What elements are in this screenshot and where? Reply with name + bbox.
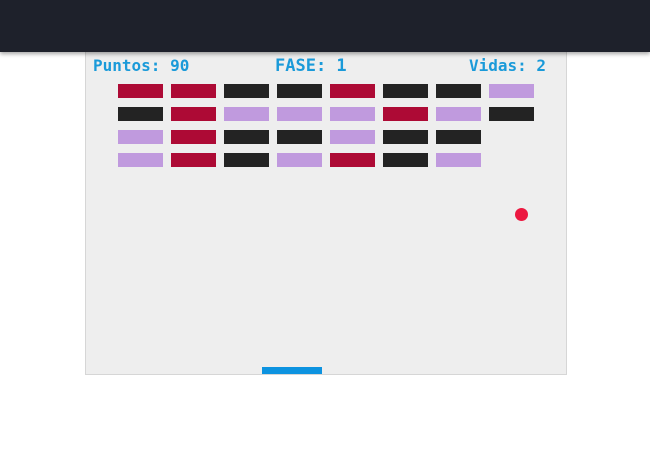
brick <box>436 153 481 167</box>
brick <box>224 84 269 98</box>
brick <box>224 153 269 167</box>
brick <box>330 153 375 167</box>
brick <box>489 107 534 121</box>
brick <box>383 130 428 144</box>
game-canvas[interactable]: Puntos: 90 FASE: 1 Vidas: 2 <box>85 52 567 375</box>
brick <box>277 107 322 121</box>
brick <box>436 130 481 144</box>
brick <box>118 153 163 167</box>
brick <box>383 107 428 121</box>
paddle[interactable] <box>262 367 322 374</box>
brick <box>171 107 216 121</box>
brick <box>277 84 322 98</box>
brick <box>171 84 216 98</box>
brick <box>224 107 269 121</box>
brick <box>330 130 375 144</box>
ball <box>515 208 528 221</box>
score-display: Puntos: 90 <box>93 56 190 75</box>
brick <box>118 84 163 98</box>
level-display: FASE: 1 <box>275 56 347 76</box>
brick <box>277 130 322 144</box>
brick <box>330 107 375 121</box>
brick <box>277 153 322 167</box>
brick <box>436 84 481 98</box>
lives-display: Vidas: 2 <box>468 56 546 75</box>
brick <box>118 107 163 121</box>
brick <box>330 84 375 98</box>
top-navigation-bar <box>0 0 650 52</box>
brick <box>436 107 481 121</box>
brick <box>224 130 269 144</box>
brick <box>383 153 428 167</box>
brick <box>118 130 163 144</box>
brick <box>171 153 216 167</box>
brick <box>489 84 534 98</box>
brick <box>171 130 216 144</box>
brick <box>383 84 428 98</box>
